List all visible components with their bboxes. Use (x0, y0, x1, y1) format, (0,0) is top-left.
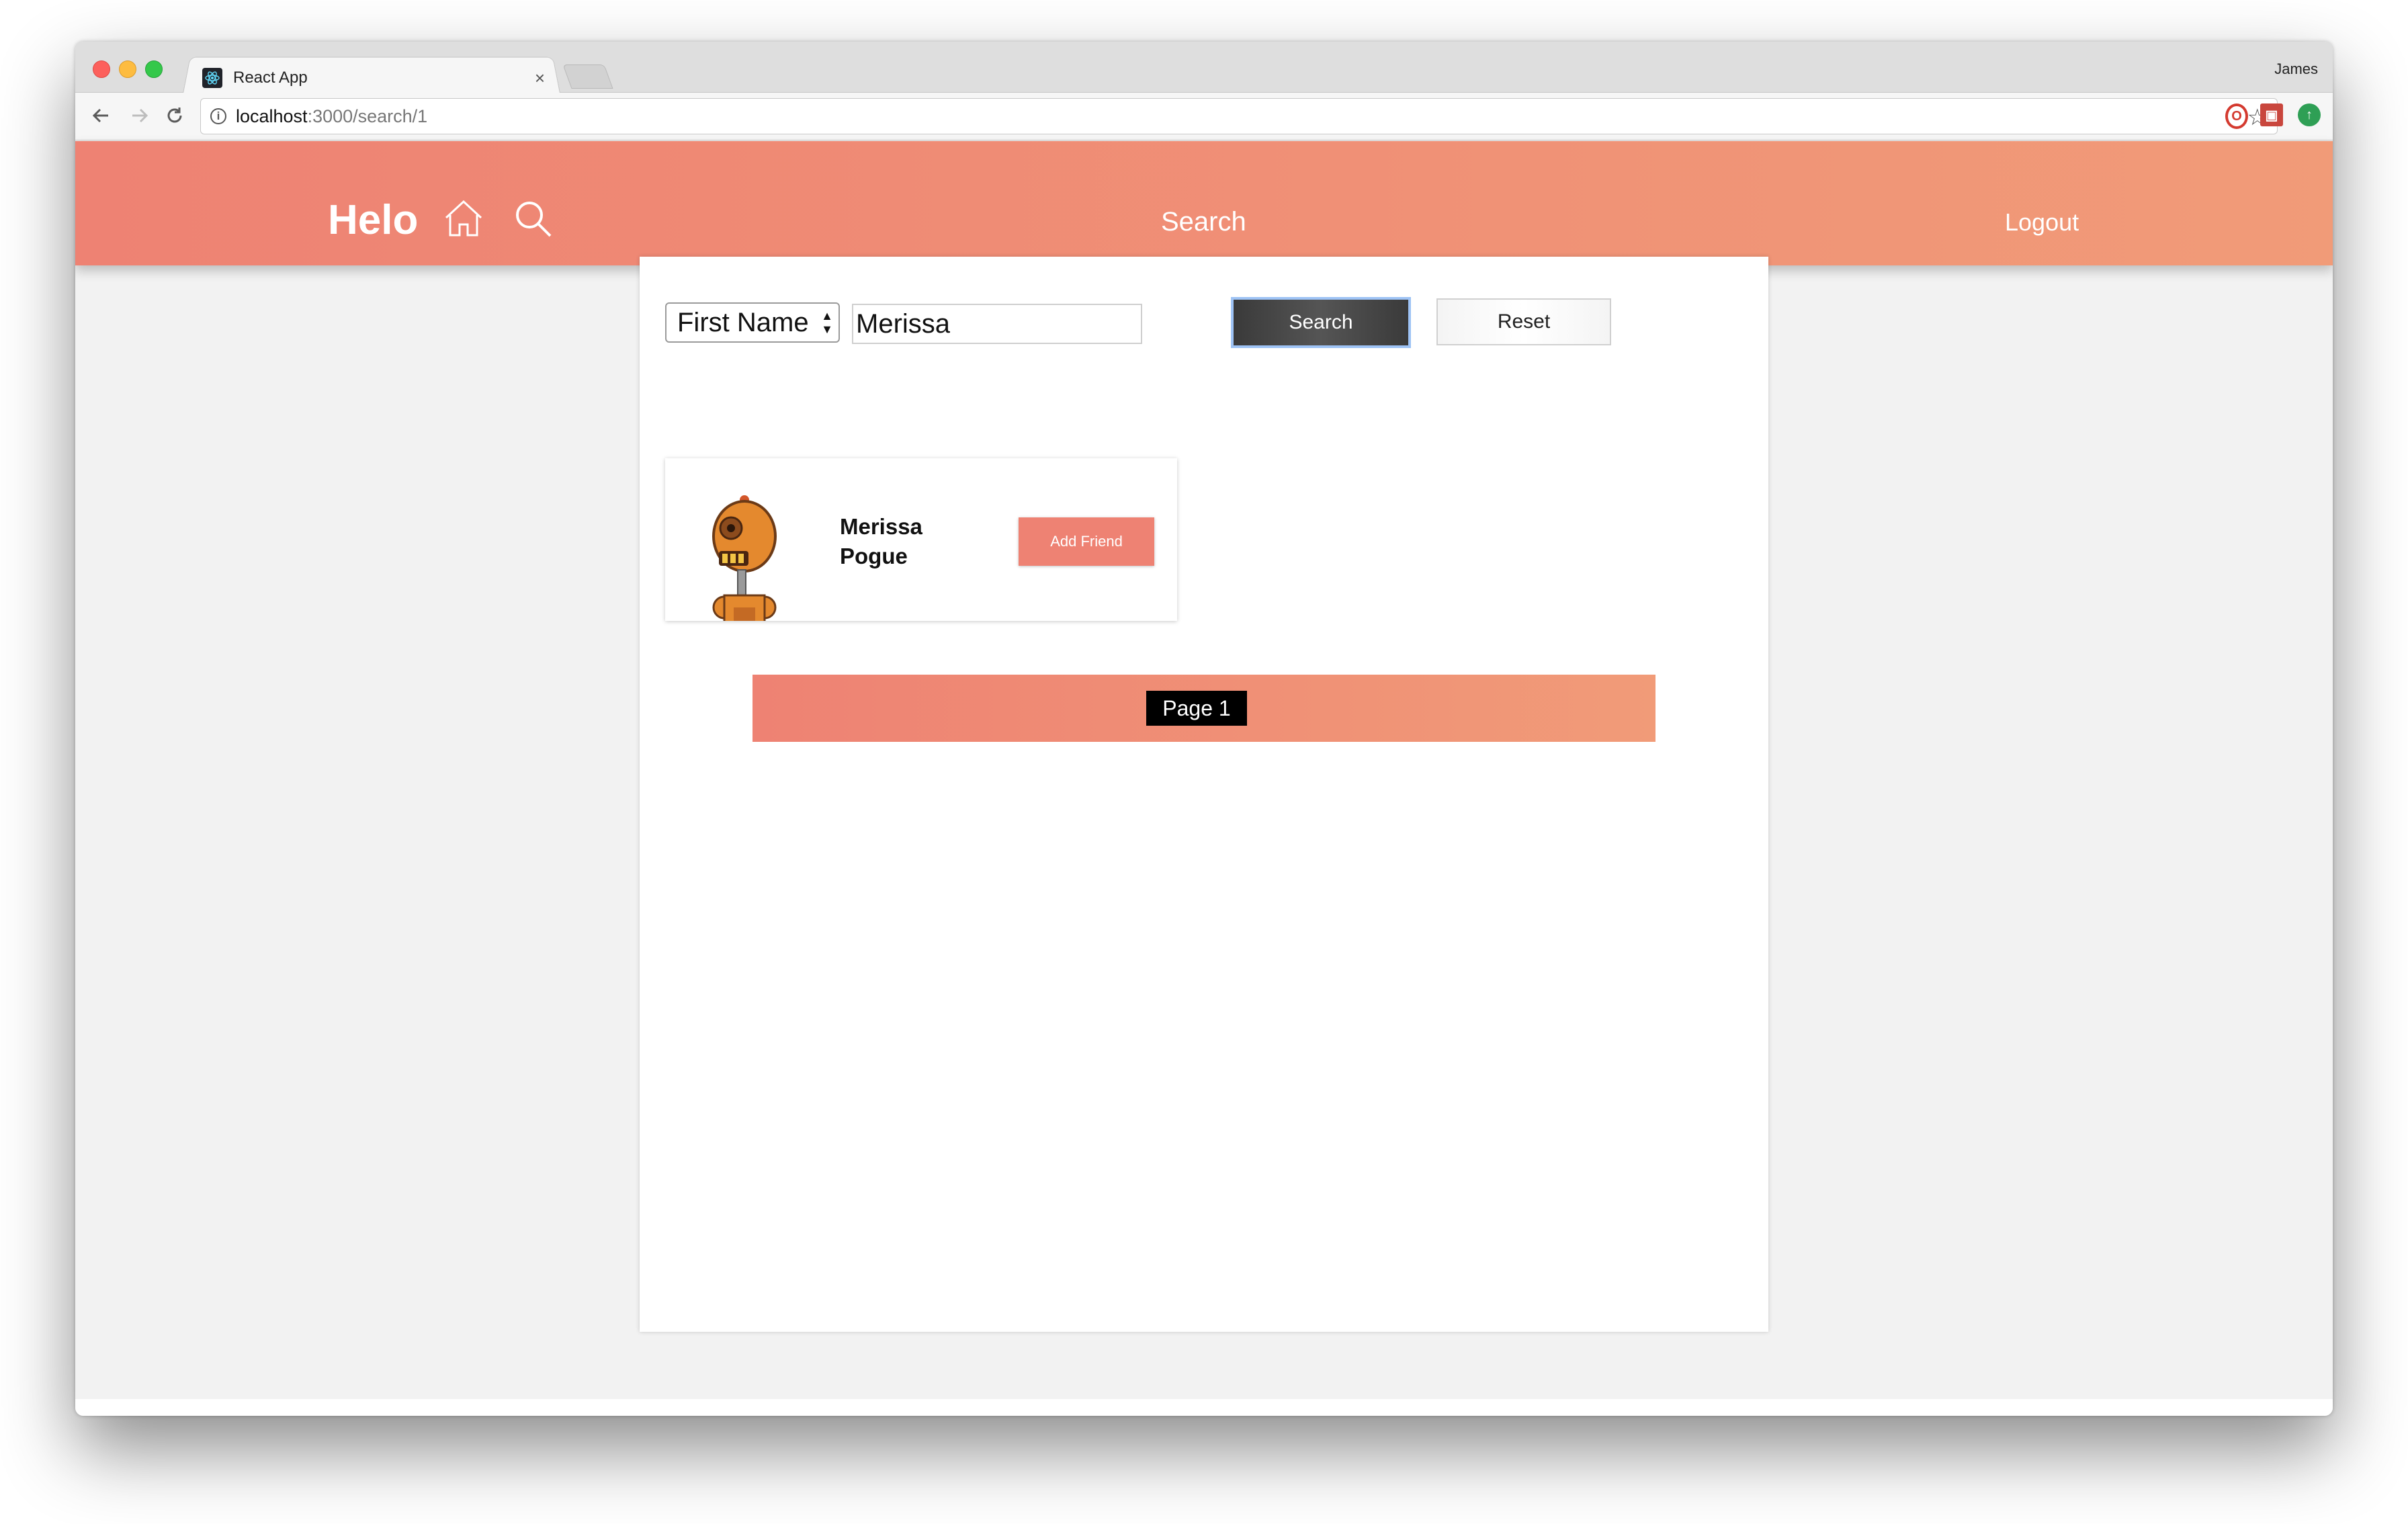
profile-name[interactable]: James (2274, 60, 2318, 78)
tab-title: React App (233, 69, 308, 87)
page-1-button[interactable]: Page 1 (1146, 691, 1247, 726)
url-host: localhost (236, 105, 308, 126)
pagination-bar: Page 1 (752, 675, 1656, 742)
maximize-window-icon[interactable] (145, 60, 163, 78)
tab-close-icon[interactable]: × (535, 68, 545, 89)
robot-avatar (712, 495, 777, 621)
forward-arrow-icon[interactable] (126, 102, 153, 129)
search-button[interactable]: Search (1231, 297, 1411, 348)
tab-strip: React App × James (75, 42, 2333, 93)
page-title: Search (1161, 207, 1246, 237)
add-friend-button[interactable]: Add Friend (1019, 517, 1154, 566)
brand-logo: Helo (328, 197, 419, 243)
new-tab-button[interactable] (562, 65, 613, 89)
user-last-name: Pogue (840, 544, 908, 568)
minimize-window-icon[interactable] (119, 60, 136, 78)
browser-tab-content[interactable]: React App × (193, 59, 556, 97)
browser-window: React App × James i localhost :3000/sear… (75, 42, 2333, 1416)
search-field-select-value: First Name (677, 307, 809, 337)
search-input[interactable] (852, 304, 1142, 344)
reset-button[interactable]: Reset (1436, 298, 1611, 345)
select-arrows-icon: ▲ ▼ (821, 309, 833, 336)
address-bar[interactable]: i localhost :3000/search/1 ☆ (200, 98, 2278, 134)
app-header: Helo Search Logout (75, 141, 2333, 265)
home-icon[interactable] (442, 199, 485, 241)
image-extension-icon[interactable]: ▣ (2260, 103, 2283, 126)
search-panel: First Name ▲▼ Search Reset (640, 257, 1768, 1332)
react-favicon-icon (202, 68, 222, 88)
user-first-name: Merissa (840, 514, 922, 539)
search-icon[interactable] (513, 199, 554, 243)
user-name: Merissa Pogue (840, 512, 922, 571)
search-field-select[interactable]: First Name ▲ ▼ (665, 302, 840, 343)
user-result-card: Merissa Pogue Add Friend (665, 458, 1177, 621)
url-path: :3000/search/1 (307, 105, 428, 126)
site-info-icon[interactable]: i (210, 108, 226, 124)
reload-icon[interactable] (161, 102, 188, 129)
back-arrow-icon[interactable] (87, 102, 114, 129)
close-window-icon[interactable] (93, 60, 110, 78)
upload-extension-icon[interactable]: ↑ (2298, 103, 2321, 126)
browser-toolbar: i localhost :3000/search/1 ☆ O ▣ ↑ (75, 93, 2333, 140)
window-bottom-strip (75, 1399, 2333, 1416)
logout-link[interactable]: Logout (2005, 208, 2079, 237)
opera-extension-icon[interactable]: O (2225, 103, 2248, 129)
